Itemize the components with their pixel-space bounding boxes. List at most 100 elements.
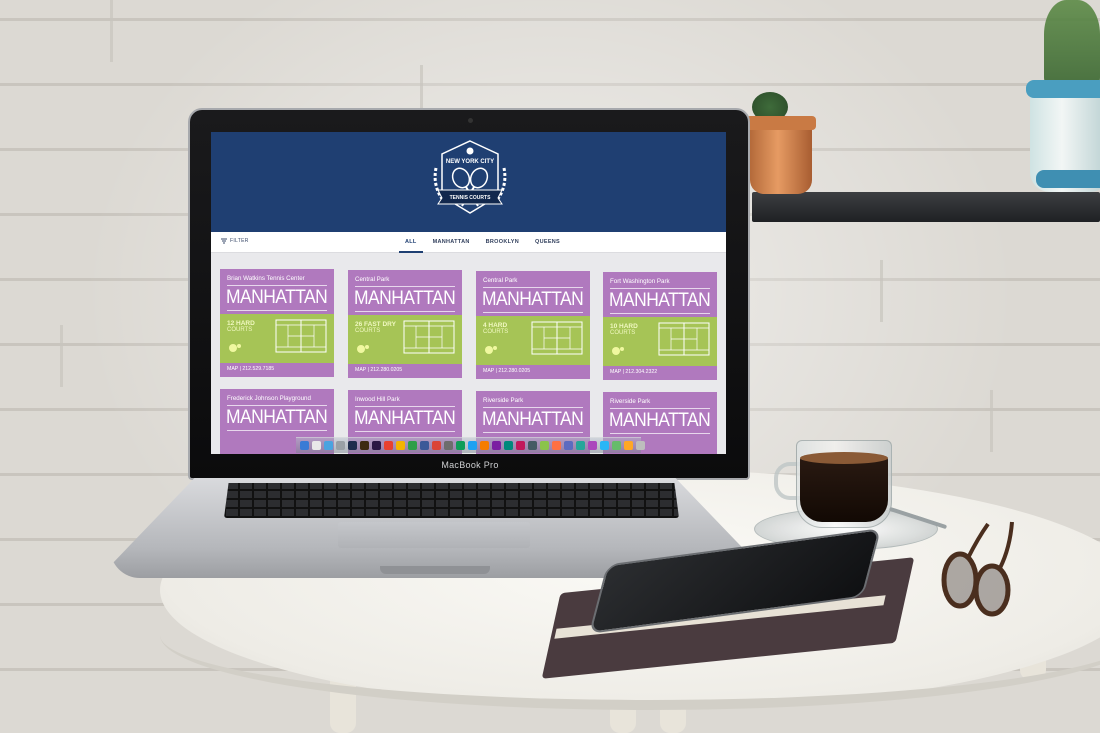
terracotta-pot-rim bbox=[746, 116, 816, 130]
divider bbox=[610, 288, 710, 289]
divider bbox=[610, 433, 710, 434]
app-icon[interactable] bbox=[624, 441, 633, 450]
app-icon[interactable] bbox=[468, 441, 477, 450]
filter-label: FILTER bbox=[230, 238, 249, 244]
indesign-icon[interactable] bbox=[372, 441, 381, 450]
safari-icon[interactable] bbox=[324, 441, 333, 450]
dock-icons bbox=[300, 441, 645, 450]
flower-pot-rim bbox=[1026, 80, 1100, 98]
courts-type: COURTS bbox=[483, 329, 509, 335]
settings-icon[interactable] bbox=[336, 441, 345, 450]
app-icon[interactable] bbox=[384, 441, 393, 450]
launchpad-icon[interactable] bbox=[312, 441, 321, 450]
app-icon[interactable] bbox=[576, 441, 585, 450]
tennis-ball-icon bbox=[229, 344, 241, 352]
borough-label: MANHATTAN bbox=[226, 287, 328, 308]
brick-joint bbox=[880, 260, 883, 322]
illustrator-icon[interactable] bbox=[360, 441, 369, 450]
filter-icon bbox=[221, 238, 227, 244]
divider bbox=[227, 310, 327, 311]
app-icon[interactable] bbox=[432, 441, 441, 450]
wall-shelf bbox=[752, 192, 1100, 222]
tab-manhattan[interactable]: MANHATTAN bbox=[427, 232, 476, 253]
court-info-panel: 10 HARD COURTS bbox=[603, 317, 717, 366]
courts-type: COURTS bbox=[355, 328, 381, 334]
tab-queens[interactable]: QUEENS bbox=[529, 232, 566, 253]
court-card[interactable]: Fort Washington Park MANHATTAN 10 HARD C… bbox=[603, 272, 717, 380]
app-icon[interactable] bbox=[408, 441, 417, 450]
flower-pot-base bbox=[1036, 170, 1100, 188]
map-phone-link[interactable]: MAP | 212.280.0205 bbox=[483, 368, 530, 374]
app-icon[interactable] bbox=[492, 441, 501, 450]
map-phone-link[interactable]: MAP | 212.304.2322 bbox=[610, 369, 657, 375]
park-name: Central Park bbox=[483, 277, 518, 284]
app-icon[interactable] bbox=[480, 441, 489, 450]
divider bbox=[610, 408, 710, 409]
brick-joint bbox=[60, 325, 63, 387]
site-header: NEW YORK CITY TENNIS COURTS bbox=[211, 132, 726, 232]
tennis-logo-emblem[interactable]: NEW YORK CITY TENNIS COURTS bbox=[428, 138, 512, 220]
borough-label: MANHATTAN bbox=[354, 408, 456, 429]
eyeglasses-icon bbox=[941, 521, 1014, 617]
borough-label: MANHATTAN bbox=[482, 409, 584, 430]
court-info-panel: 26 FAST DRY COURTS bbox=[348, 315, 462, 364]
trackpad bbox=[338, 522, 530, 548]
tab-all[interactable]: ALL bbox=[399, 232, 423, 253]
app-icon[interactable] bbox=[552, 441, 561, 450]
park-name: Riverside Park bbox=[610, 398, 651, 405]
laptop-screen: NEW YORK CITY TENNIS COURTS FILTER ALL M… bbox=[211, 132, 726, 454]
trash-icon[interactable] bbox=[636, 441, 645, 450]
brick-joint bbox=[110, 0, 113, 62]
borough-label: MANHATTAN bbox=[226, 407, 328, 428]
divider bbox=[355, 311, 455, 312]
photoshop-icon[interactable] bbox=[348, 441, 357, 450]
park-name: Riverside Park bbox=[483, 397, 524, 404]
park-name: Inwood Hill Park bbox=[355, 396, 400, 403]
app-icon[interactable] bbox=[588, 441, 597, 450]
borough-label: MANHATTAN bbox=[609, 290, 711, 311]
device-label: MacBook Pro bbox=[441, 460, 499, 470]
plant-leaves bbox=[1044, 0, 1100, 86]
divider bbox=[227, 430, 327, 431]
logo-title: NEW YORK CITY bbox=[446, 159, 494, 165]
courts-type: COURTS bbox=[227, 327, 253, 333]
map-phone-link[interactable]: MAP | 212.280.0205 bbox=[355, 367, 402, 373]
app-icon[interactable] bbox=[540, 441, 549, 450]
park-name: Fort Washington Park bbox=[610, 278, 670, 285]
courts-count: 4 HARD bbox=[483, 322, 508, 329]
tennis-court-icon bbox=[403, 320, 455, 354]
app-icon[interactable] bbox=[420, 441, 429, 450]
court-card[interactable]: Central Park MANHATTAN 4 HARD COURTS MAP… bbox=[476, 271, 590, 379]
borough-tabs: ALL MANHATTAN BROOKLYN QUEENS bbox=[399, 232, 570, 253]
borough-label: MANHATTAN bbox=[482, 289, 584, 310]
app-icon[interactable] bbox=[444, 441, 453, 450]
court-card[interactable]: Central Park MANHATTAN 26 FAST DRY COURT… bbox=[348, 270, 462, 378]
filter-nav: FILTER ALL MANHATTAN BROOKLYN QUEENS bbox=[211, 232, 726, 253]
webcam bbox=[468, 118, 473, 123]
app-icon[interactable] bbox=[456, 441, 465, 450]
app-icon[interactable] bbox=[396, 441, 405, 450]
app-icon[interactable] bbox=[600, 441, 609, 450]
park-name: Brian Watkins Tennis Center bbox=[227, 275, 305, 282]
filter-button[interactable]: FILTER bbox=[221, 238, 249, 244]
court-info-panel: 12 HARD COURTS bbox=[220, 314, 334, 363]
divider bbox=[227, 285, 327, 286]
finder-icon[interactable] bbox=[300, 441, 309, 450]
app-icon[interactable] bbox=[528, 441, 537, 450]
tab-brooklyn[interactable]: BROOKLYN bbox=[480, 232, 525, 253]
tennis-court-icon bbox=[658, 322, 710, 356]
court-card[interactable]: Brian Watkins Tennis Center MANHATTAN 12… bbox=[220, 269, 334, 377]
coffee-crema bbox=[800, 452, 888, 464]
app-icon[interactable] bbox=[516, 441, 525, 450]
borough-label: MANHATTAN bbox=[354, 288, 456, 309]
courts-type: COURTS bbox=[610, 330, 636, 336]
tennis-ball-icon bbox=[357, 345, 369, 353]
park-name: Central Park bbox=[355, 276, 390, 283]
app-icon[interactable] bbox=[504, 441, 513, 450]
tennis-court-icon bbox=[531, 321, 583, 355]
app-icon[interactable] bbox=[612, 441, 621, 450]
courts-count: 26 FAST DRY bbox=[355, 321, 396, 328]
map-phone-link[interactable]: MAP | 212.529.7185 bbox=[227, 366, 274, 372]
divider bbox=[483, 432, 583, 433]
app-icon[interactable] bbox=[564, 441, 573, 450]
